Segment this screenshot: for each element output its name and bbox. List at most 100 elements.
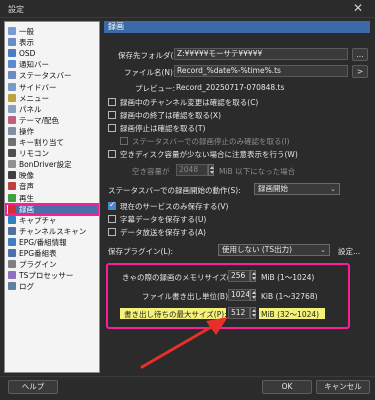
tree-item-label: プラグイン <box>19 260 57 270</box>
tree-item[interactable]: 音声 <box>8 181 99 192</box>
tree-item-label: BonDriver設定 <box>19 160 72 170</box>
folder-input[interactable]: Z:¥¥¥¥¥モーサテ¥¥¥¥¥ <box>174 48 348 60</box>
help-button[interactable]: ヘルプ <box>8 380 58 394</box>
category-icon <box>8 49 16 58</box>
selected-item-highlight <box>5 202 99 216</box>
tree-item[interactable]: パネル <box>8 104 99 115</box>
title-bar: 設定 ✕ <box>0 0 375 18</box>
save-caption-checkbox[interactable] <box>108 215 116 223</box>
tree-item[interactable]: 映像 <box>8 170 99 181</box>
tree-item-label: サイドバー <box>19 82 57 92</box>
save-data-broadcast-checkbox[interactable] <box>108 228 116 236</box>
current-service-only-checkbox[interactable] <box>108 200 116 210</box>
category-icon <box>8 38 16 47</box>
tree-item-label: キー割り当て <box>19 138 64 147</box>
confirm-stop-checkbox[interactable] <box>108 124 116 132</box>
free-space-spinner <box>208 164 214 176</box>
tree-item[interactable]: チャンネルスキャン <box>8 226 99 237</box>
tree-item-label: ログ <box>19 282 34 292</box>
tree-item-label: チャンネルスキャン <box>19 226 87 236</box>
panel-header: 録画 <box>104 21 370 33</box>
category-icon <box>8 282 16 291</box>
browse-folder-button[interactable]: ... <box>352 48 368 61</box>
ok-button[interactable]: OK <box>262 380 312 394</box>
tree-item[interactable]: サイドバー <box>8 82 99 93</box>
tree-item-label: パネル <box>19 104 42 114</box>
statusbar-action-value: 録画開始 <box>258 184 288 193</box>
annotation-arrow-icon <box>140 317 228 369</box>
memory-size-unit: MiB (1〜1024) <box>261 273 315 282</box>
tree-item[interactable]: 表示 <box>8 37 99 48</box>
memory-size-spinner[interactable] <box>250 270 256 282</box>
write-unit-input[interactable]: 1024 <box>228 289 250 301</box>
free-space-label: 空き容量が <box>132 167 170 176</box>
free-space-suffix: MiB 以下になった場合 <box>219 167 296 176</box>
category-icon <box>8 160 16 169</box>
category-icon <box>8 60 16 69</box>
tree-item-label: テーマ/配色 <box>19 115 60 125</box>
tree-item[interactable]: EPG/番組情報 <box>8 237 99 248</box>
confirm-exit-checkbox[interactable] <box>108 111 116 119</box>
memory-size-input[interactable]: 256 <box>228 270 250 282</box>
footer-divider <box>0 376 375 377</box>
window-title: 設定 <box>8 5 24 14</box>
category-icon <box>8 93 16 102</box>
category-icon <box>8 138 16 146</box>
category-icon <box>8 193 16 202</box>
tree-item[interactable]: 一般 <box>8 26 99 37</box>
save-plugin-dropdown[interactable]: 使用しない (TS出力) ⌄ <box>218 244 330 256</box>
tree-item[interactable]: EPG番組表 <box>8 248 99 259</box>
confirm-channel-change-checkbox[interactable] <box>108 98 116 106</box>
category-icon <box>8 249 16 257</box>
tree-item-label: 映像 <box>19 171 34 181</box>
write-unit-spinner[interactable] <box>250 289 256 301</box>
tree-item[interactable]: ステータスバー <box>8 70 99 81</box>
tree-item[interactable]: BonDriver設定 <box>8 159 99 170</box>
close-icon[interactable]: ✕ <box>347 1 369 16</box>
filename-input[interactable]: Record_%date%-%time%.ts <box>174 65 348 77</box>
tree-item[interactable]: リモコン <box>8 148 99 159</box>
statusbar-action-dropdown[interactable]: 録画開始 ⌄ <box>254 183 340 195</box>
category-icon <box>8 237 16 246</box>
save-plugin-label: 保存プラグイン(L): <box>108 247 174 256</box>
tree-item[interactable]: テーマ/配色 <box>8 115 99 126</box>
filename-label: ファイル名(N): <box>124 68 176 77</box>
tree-item-label: 音声 <box>19 182 34 192</box>
preview-label: プレビュー: <box>135 84 176 93</box>
settings-category-tree[interactable]: 一般 表示 OSD 通知バー ステータスバー サイドバー メニュー パネル テーマ/配色 操作キー… <box>4 21 100 373</box>
preview-value: Record_20250717-070848.ts <box>176 83 285 92</box>
tree-item-label: リモコン <box>19 149 49 159</box>
chevron-down-icon: ⌄ <box>320 246 326 254</box>
category-icon <box>8 115 16 124</box>
plugin-settings-button[interactable]: 設定... <box>338 246 360 257</box>
tree-item[interactable]: 通知バー <box>8 59 99 70</box>
tree-item-label: 操作 <box>19 126 34 136</box>
max-pending-spinner[interactable] <box>250 307 256 319</box>
tree-item[interactable]: 操作 <box>8 126 99 137</box>
category-icon <box>8 71 16 80</box>
tree-item[interactable]: キャプチャ <box>8 215 99 226</box>
filename-macro-button[interactable]: > <box>352 65 368 78</box>
current-service-only-label: 現在のサービスのみ保存する(V) <box>120 202 229 211</box>
tree-item-label: EPG番組表 <box>19 249 57 258</box>
save-plugin-value: 使用しない (TS出力) <box>222 245 293 254</box>
tree-item-label: TSプロセッサー <box>19 271 74 281</box>
tree-item-label: 再生 <box>19 193 34 203</box>
cancel-button[interactable]: キャンセル <box>316 380 370 394</box>
tree-item[interactable]: OSD <box>8 48 99 59</box>
tree-item[interactable]: TSプロセッサー <box>8 270 99 281</box>
tree-item-label: キャプチャ <box>19 215 57 225</box>
category-icon <box>8 182 16 191</box>
tree-item[interactable]: キー割り当て <box>8 137 99 148</box>
tree-item[interactable]: メニュー <box>8 93 99 104</box>
tree-item[interactable]: ログ <box>8 281 99 292</box>
category-icon <box>8 260 16 269</box>
tree-item-label: 表示 <box>19 38 34 48</box>
tree-item[interactable]: プラグイン <box>8 259 99 270</box>
tree-item-label: OSD <box>19 49 36 59</box>
chevron-down-icon: ⌄ <box>330 185 336 193</box>
recording-settings-panel: 録画 保存先フォルダ(F): Z:¥¥¥¥¥モーサテ¥¥¥¥¥ ... ファイル… <box>104 21 370 373</box>
low-disk-warning-checkbox[interactable] <box>108 150 116 158</box>
free-space-input: 2048 <box>176 164 208 176</box>
confirm-exit-label: 録画中の終了は確認を取る(X) <box>120 111 221 120</box>
